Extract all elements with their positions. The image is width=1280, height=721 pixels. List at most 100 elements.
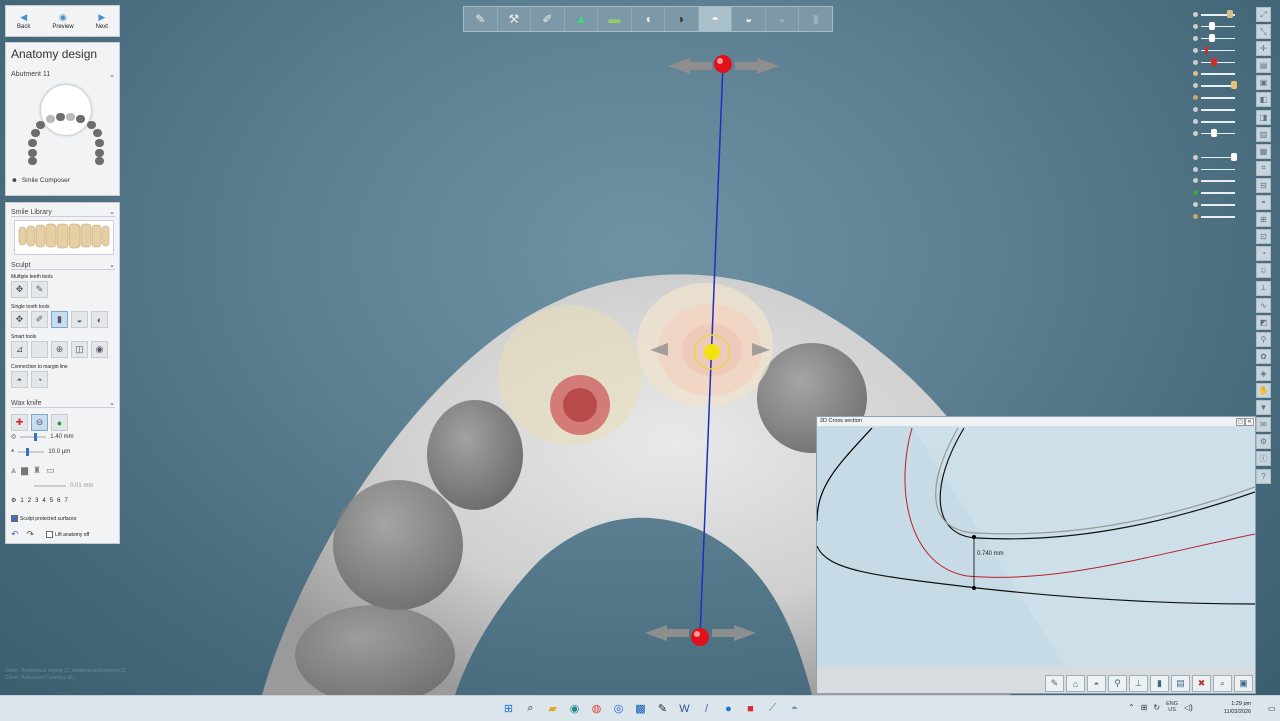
- smooth-drop-icon[interactable]: ●: [51, 414, 68, 431]
- lift-anatomy-checkbox[interactable]: [46, 531, 54, 538]
- tooth-selector[interactable]: Abutment 11 ⌄: [11, 71, 115, 79]
- visibility-slider[interactable]: [1193, 211, 1243, 223]
- visibility-slider[interactable]: [1193, 128, 1243, 140]
- brush-icon[interactable]: ✐: [531, 7, 565, 31]
- top-axis-handle[interactable]: [714, 55, 732, 73]
- visibility-slider[interactable]: [1193, 57, 1243, 69]
- view-left-icon[interactable]: ◧: [1256, 92, 1271, 108]
- visibility-slider[interactable]: [1193, 175, 1243, 187]
- visibility-slider[interactable]: [1193, 45, 1243, 57]
- axis-icon[interactable]: ⟂: [1256, 280, 1271, 296]
- visibility-slider[interactable]: [1193, 199, 1243, 211]
- search-icon[interactable]: ⌕: [522, 700, 539, 717]
- hand-icon[interactable]: ✋: [1256, 383, 1271, 399]
- occlusion-icon[interactable]: ◉: [91, 341, 108, 358]
- back-button[interactable]: ◀ Back: [17, 12, 30, 30]
- info-icon[interactable]: ⓘ: [1256, 451, 1271, 467]
- language-indicator[interactable]: ENG US: [1166, 701, 1178, 713]
- scan-icon[interactable]: ✎: [464, 7, 498, 31]
- pen-icon[interactable]: /: [698, 700, 715, 717]
- red-app-icon[interactable]: ■: [742, 700, 759, 717]
- smile-library-header[interactable]: Smile Library ⌄: [11, 208, 115, 217]
- tooth-section-icon[interactable]: ⚲: [1108, 675, 1127, 692]
- preset-numbers[interactable]: ⚙ 1 2 3 4 5 6 7: [11, 497, 68, 505]
- folder-icon[interactable]: ▰: [544, 700, 561, 717]
- tooth-icon[interactable]: ◒: [732, 7, 766, 31]
- curve-icon[interactable]: ∿: [1256, 297, 1271, 313]
- smile-library-preview[interactable]: [14, 220, 114, 255]
- visibility-slider[interactable]: [1193, 140, 1243, 152]
- cross-section-window[interactable]: 2D Cross section ▢ ✕ 0.740 mm ✎ ⌂ ◓ ⚲ ⊥ …: [816, 416, 1256, 694]
- head-icon[interactable]: ☺: [1256, 263, 1271, 279]
- blank-tool-icon[interactable]: [31, 341, 48, 358]
- snapshot-icon[interactable]: ▣: [1234, 675, 1253, 692]
- redo-icon[interactable]: ↷: [27, 529, 35, 540]
- outlook-icon[interactable]: ▩: [632, 700, 649, 717]
- multi-tooth-tool-icon[interactable]: ✥: [11, 281, 28, 298]
- wax-knife-tool-icon[interactable]: ▮: [51, 311, 68, 328]
- ruler-icon[interactable]: ⊥: [1129, 675, 1148, 692]
- visibility-slider[interactable]: [1193, 152, 1243, 164]
- crown-icon[interactable]: ◖: [632, 7, 666, 31]
- step-slider[interactable]: [18, 447, 45, 456]
- notification-icon[interactable]: ▭: [1268, 704, 1276, 713]
- distance-icon[interactable]: ⊞: [1256, 212, 1271, 228]
- gingiva-icon[interactable]: ▬: [598, 7, 632, 31]
- model-icon[interactable]: ▲: [565, 7, 599, 31]
- tooth-view-icon[interactable]: ◓: [1256, 195, 1271, 211]
- step-param[interactable]: ⩚ 10.0 µm: [11, 447, 70, 456]
- scene-icon[interactable]: ◩: [1256, 314, 1271, 330]
- view-right-icon[interactable]: ◨: [1256, 109, 1271, 125]
- measure-icon[interactable]: ⊡: [1256, 229, 1271, 245]
- blue-app-icon[interactable]: ●: [720, 700, 737, 717]
- undo-icon[interactable]: ↶: [11, 529, 19, 540]
- pen-tool-icon[interactable]: ✐: [31, 311, 48, 328]
- size-param[interactable]: ◎ 1.40 mm: [11, 432, 74, 441]
- size-slider[interactable]: [20, 432, 47, 441]
- shape-4-icon[interactable]: ▭: [46, 465, 55, 476]
- next-button[interactable]: ▶ Next: [96, 12, 108, 30]
- tools-x-icon[interactable]: ✖: [1192, 675, 1211, 692]
- dental-app-icon[interactable]: ◓: [786, 700, 803, 717]
- crown-section-icon[interactable]: ◓: [1087, 675, 1106, 692]
- articulator-icon[interactable]: ▼: [1256, 400, 1271, 416]
- smooth-tool-icon[interactable]: ◐: [91, 311, 108, 328]
- remove-material-icon[interactable]: ⊖: [31, 414, 48, 431]
- visibility-slider[interactable]: [1193, 92, 1243, 104]
- knife-icon[interactable]: ✎: [1045, 675, 1064, 692]
- visibility-slider[interactable]: [1193, 33, 1243, 45]
- clip-icon[interactable]: ⌗: [1256, 160, 1271, 176]
- collapse-icon[interactable]: ⤡: [1256, 24, 1271, 40]
- section-icon[interactable]: ⊟: [1256, 177, 1271, 193]
- sculpt-protected-checkbox[interactable]: Sculpt protected surfaces: [11, 515, 76, 522]
- margin-adapt-icon[interactable]: ◔: [31, 371, 48, 388]
- add-material-icon[interactable]: ✚: [11, 414, 28, 431]
- tooth-active-icon[interactable]: ◓: [698, 7, 733, 31]
- volume-icon[interactable]: ◁): [1184, 703, 1193, 712]
- model-section-icon[interactable]: ⌂: [1066, 675, 1085, 692]
- settings-icon[interactable]: ⚙: [1256, 434, 1271, 450]
- note-edit-icon[interactable]: ✎: [654, 700, 671, 717]
- note-icon[interactable]: ✉: [1256, 417, 1271, 433]
- chrome-icon[interactable]: ◍: [588, 700, 605, 717]
- palette-icon[interactable]: ✿: [1256, 348, 1271, 364]
- network-icon[interactable]: ⊞: [1141, 703, 1148, 712]
- visibility-slider[interactable]: [1193, 187, 1243, 199]
- jaw-view-icon[interactable]: ◔: [1256, 246, 1271, 262]
- zoom-icon[interactable]: ⌕: [1213, 675, 1232, 692]
- word-icon[interactable]: W: [676, 700, 693, 717]
- colormap-icon[interactable]: ◈: [1256, 365, 1271, 381]
- start-icon[interactable]: ⊞: [500, 700, 517, 717]
- lock-icon[interactable]: ⚲: [1256, 331, 1271, 347]
- view-front-icon[interactable]: ▣: [1256, 75, 1271, 91]
- chevron-up-icon[interactable]: ⌃: [1128, 703, 1135, 712]
- move-tooth-icon[interactable]: ✥: [11, 311, 28, 328]
- clock[interactable]: 1:29 pm 11/03/2026: [1224, 700, 1251, 716]
- fit-view-icon[interactable]: ✛: [1256, 41, 1271, 57]
- preview-button[interactable]: ◉ Preview: [52, 12, 73, 30]
- margin-tool-icon[interactable]: ◓: [11, 371, 28, 388]
- visibility-slider[interactable]: [1193, 104, 1243, 116]
- layer-icon[interactable]: ▤: [1171, 675, 1190, 692]
- close-icon[interactable]: ✕: [1245, 418, 1254, 426]
- smile-composer-toggle[interactable]: ☻ Smile Composer: [11, 177, 70, 184]
